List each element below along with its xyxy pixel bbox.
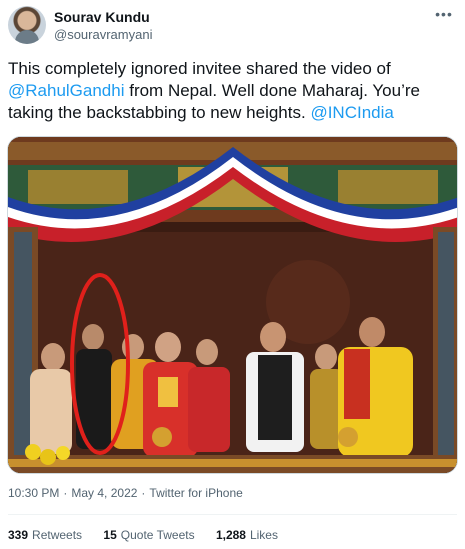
tweet-meta: 10:30 PM · May 4, 2022 · Twitter for iPhone xyxy=(8,486,243,500)
tweet-date[interactable]: May 4, 2022 xyxy=(71,486,137,500)
quote-tweets-stat[interactable]: 15 Quote Tweets xyxy=(103,528,194,542)
tweet-header: Sourav Kundu @souravramyani ••• xyxy=(8,6,457,46)
meta-separator: · xyxy=(141,486,146,500)
avatar[interactable] xyxy=(8,6,46,44)
likes-label: Likes xyxy=(249,528,278,542)
author-handle[interactable]: @souravramyani xyxy=(54,27,152,42)
meta-separator: · xyxy=(63,486,68,500)
retweets-count: 339 xyxy=(8,528,29,542)
photo-image xyxy=(8,137,457,473)
tweet-time[interactable]: 10:30 PM xyxy=(8,486,59,500)
retweets-label: Retweets xyxy=(32,528,83,542)
tweet-text-part: This completely ignored invitee shared t… xyxy=(8,59,391,78)
quote-tweets-count: 15 xyxy=(103,528,117,542)
likes-stat[interactable]: 1,288 Likes xyxy=(216,528,278,542)
tweet-card[interactable]: Sourav Kundu @souravramyani ••• This com… xyxy=(0,0,465,549)
tweet-source[interactable]: Twitter for iPhone xyxy=(149,486,242,500)
quote-tweets-label: Quote Tweets xyxy=(120,528,195,542)
retweets-stat[interactable]: 339 Retweets xyxy=(8,528,82,542)
author-name[interactable]: Sourav Kundu xyxy=(54,9,150,25)
tweet-text: This completely ignored invitee shared t… xyxy=(8,58,460,124)
mention-rahulgandhi[interactable]: @RahulGandhi xyxy=(8,81,125,100)
more-options-icon[interactable]: ••• xyxy=(433,7,455,24)
likes-count: 1,288 xyxy=(215,528,246,542)
divider xyxy=(8,514,457,515)
tweet-photo[interactable] xyxy=(7,136,458,474)
engagement-stats: 339 Retweets 15 Quote Tweets 1,288 Likes xyxy=(8,528,296,542)
mention-incindia[interactable]: @INCIndia xyxy=(310,103,393,122)
